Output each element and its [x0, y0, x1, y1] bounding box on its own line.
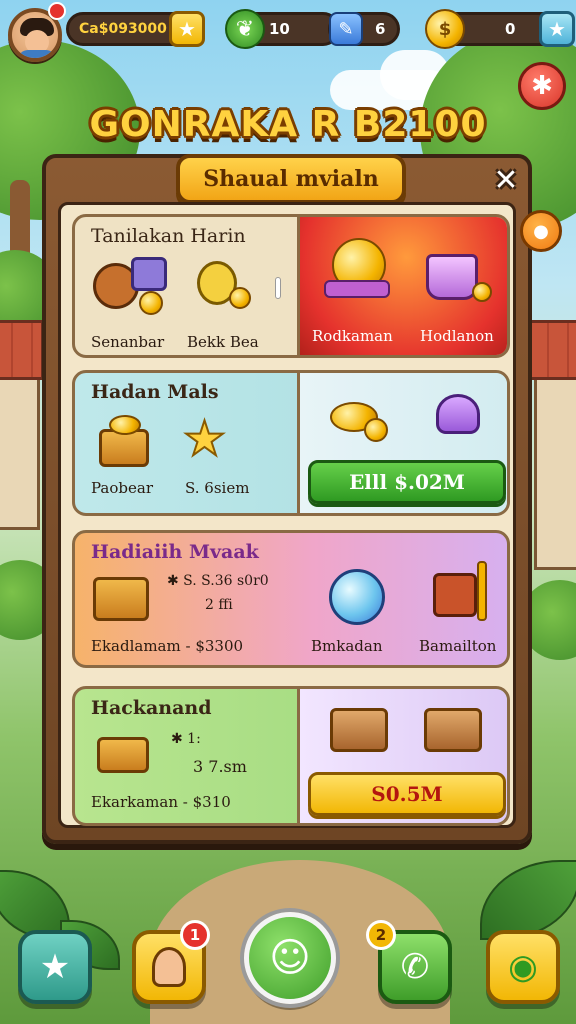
item-label: Bekk Bea: [187, 333, 259, 351]
pen-counter[interactable]: ✎ 6: [328, 12, 400, 46]
add-currency-button[interactable]: ★: [169, 11, 205, 47]
add-gold-button[interactable]: ★: [539, 11, 575, 47]
info-line: 2 ffi: [205, 597, 233, 613]
gold-chest-art[interactable]: [95, 413, 165, 473]
crate-art: [424, 708, 482, 752]
item-label: Bmkadan: [311, 637, 383, 655]
leaf-icon: ❦: [225, 9, 265, 49]
crate-art: [330, 708, 388, 752]
item-label: Bamailton: [419, 637, 497, 655]
profile-notification-badge: 1: [180, 920, 210, 950]
nav-settings-button[interactable]: ◉: [486, 930, 560, 1004]
star-icon: ★: [39, 947, 71, 987]
section-title: Hadiaiih Mvaak: [91, 541, 259, 563]
notification-dot: [48, 2, 66, 20]
leaf-counter[interactable]: ❦ 10: [225, 9, 340, 49]
item-label: Senanbar: [91, 333, 165, 351]
cat-item-art[interactable]: [189, 257, 269, 327]
chat-notification-badge: 2: [366, 920, 396, 950]
item-label: Rodkaman: [312, 327, 393, 345]
close-icon: ✕: [493, 162, 519, 198]
info-line: ✱ 1:: [171, 731, 201, 747]
section-title: Hackanand: [91, 697, 212, 719]
ice-cream-art: [426, 388, 496, 448]
special-offer-button[interactable]: ✱: [518, 62, 566, 110]
star-icon: ★: [548, 17, 566, 41]
cookie-button[interactable]: ●: [520, 210, 562, 252]
section-title: Tanilakan Harin: [91, 225, 246, 247]
section-footer: Ekarkaman - $310: [91, 793, 231, 811]
item-label: Paobear: [91, 479, 153, 497]
nav-home-button[interactable]: ☺: [244, 912, 336, 1004]
info-line: 3 7.sm: [193, 757, 247, 776]
currency-counter[interactable]: Ca$093000 ★: [66, 11, 205, 47]
game-title: GONRAKA R B2100: [89, 104, 487, 145]
shop-section-4: Hackanand ✱ 1: 3 7.sm Ekarkaman - $310 S…: [72, 686, 510, 826]
buy-button[interactable]: S0.5M: [308, 772, 506, 816]
shop-section-2: Hadan Mals Paobear ★ S. 6siem Elll $.02M: [72, 370, 510, 516]
ghost-icon: ☺: [269, 935, 311, 981]
shop-section-1: Tanilakan Harin Senanbar Bekk Bea Rodkam…: [72, 214, 510, 358]
item-label: Hodlanon: [420, 327, 494, 345]
cookie-icon: ●: [533, 220, 549, 242]
pen-icon: ✎: [329, 12, 363, 46]
shop-panel: Shaual mvialn ✕ Tanilakan Harin Senanbar…: [42, 154, 532, 844]
bear-item-art[interactable]: [89, 257, 179, 327]
robot-item-art[interactable]: [427, 561, 497, 631]
section-title: Hadan Mals: [91, 381, 219, 403]
toggle-icon: ◉: [508, 947, 538, 987]
bundle-offer[interactable]: Elll $.02M: [297, 373, 507, 513]
buy-button[interactable]: Elll $.02M: [308, 460, 506, 504]
star-icon: ★: [178, 17, 196, 41]
coin-stack-art: [330, 392, 400, 448]
nav-favorites-button[interactable]: ★: [18, 930, 92, 1004]
section-footer: Ekadlamam - $3300: [91, 637, 244, 655]
gift-box-art[interactable]: [97, 737, 149, 773]
potion-item-art: [422, 242, 492, 312]
gold-counter[interactable]: $ 0 ★: [425, 9, 575, 49]
chat-icon: ✆: [400, 947, 430, 987]
item-label: S. 6siem: [185, 479, 250, 497]
gold-bag-icon: $: [425, 9, 465, 49]
panel-header: Shaual mvialn: [176, 154, 406, 204]
magic-orb-art[interactable]: [323, 559, 393, 629]
scroll-handle[interactable]: [275, 277, 281, 299]
star-icon[interactable]: ★: [182, 414, 227, 464]
top-hud: Ca$093000 ★ ❦ 10 ✎ 6 $ 0 ★: [6, 2, 575, 62]
shop-section-3: Hadiaiih Mvaak ✱ S. S.36 s0r0 2 ffi Ekad…: [72, 530, 510, 668]
star-icon: ✱: [531, 71, 553, 101]
info-line: ✱ S. S.36 s0r0: [167, 573, 269, 589]
featured-offer[interactable]: Rodkaman Hodlanon: [297, 217, 507, 355]
close-button[interactable]: ✕: [486, 160, 526, 200]
coin-mascot-art: [324, 236, 394, 306]
character-icon: [152, 947, 186, 987]
treasure-chest-art[interactable]: [93, 577, 149, 621]
crate-offer[interactable]: S0.5M: [297, 689, 507, 823]
